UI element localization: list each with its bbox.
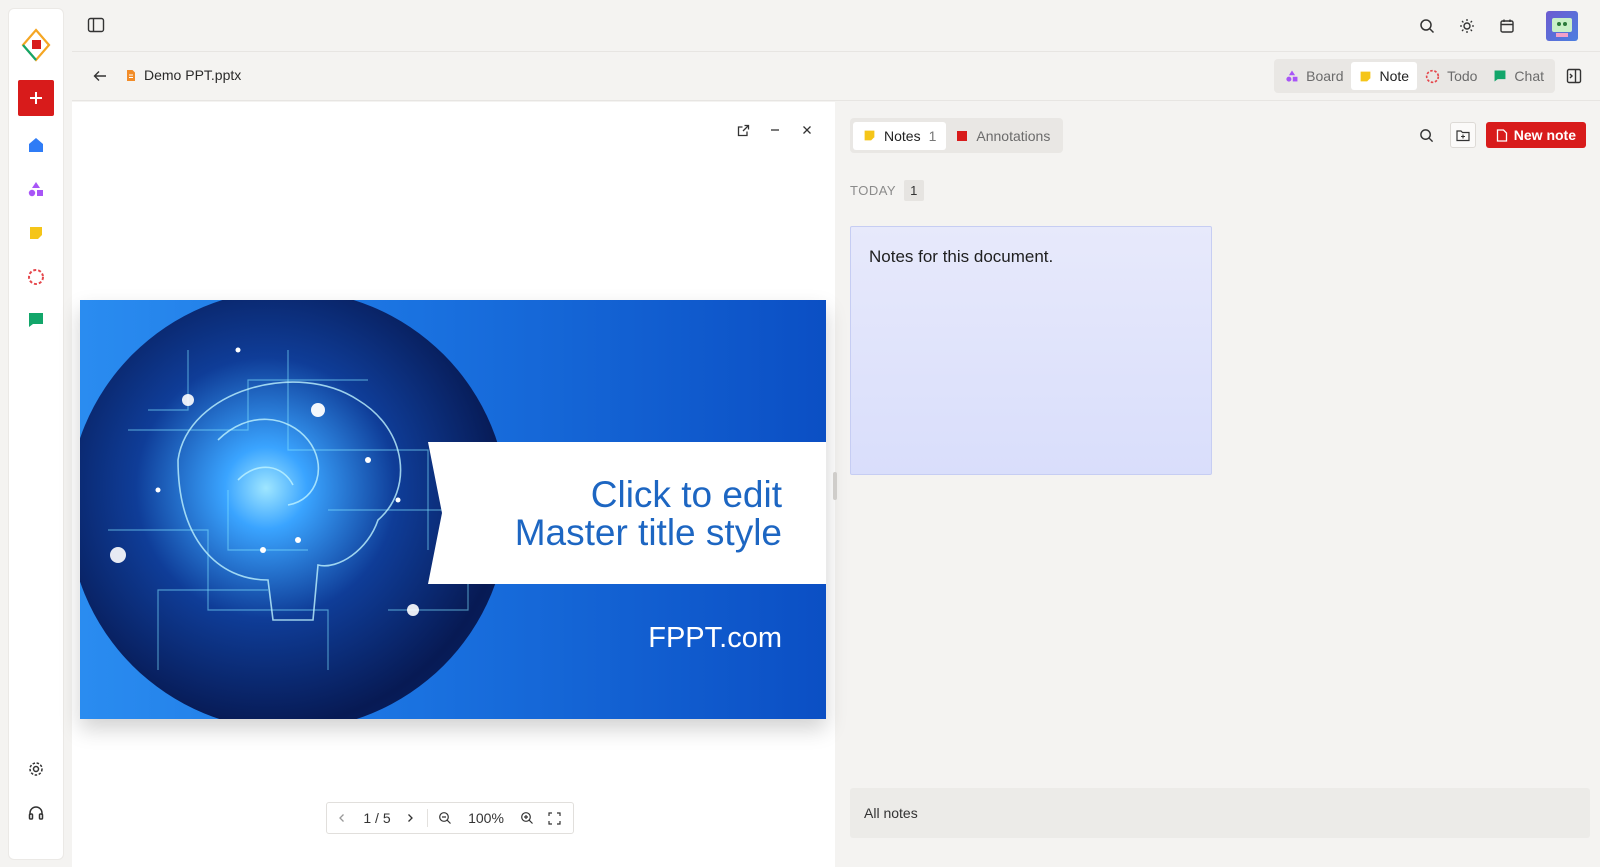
all-notes-button[interactable]: All notes: [850, 788, 1590, 838]
fullscreen-button[interactable]: [540, 803, 568, 833]
notes-group-header: TODAY 1: [850, 180, 924, 201]
note-icon: [1361, 71, 1371, 81]
todo-icon: [1425, 69, 1440, 83]
note-icon[interactable]: [18, 215, 54, 251]
page-indicator: 1 / 5: [363, 810, 391, 826]
tab-chat[interactable]: Chat: [1485, 62, 1552, 90]
zoom-out-icon: [439, 812, 451, 824]
tab-todo-label: Todo: [1447, 68, 1478, 84]
minimize-icon[interactable]: [763, 118, 787, 142]
file-icon: [127, 69, 135, 81]
tab-notes[interactable]: Notes 1: [853, 121, 947, 150]
tab-board-label: Board: [1306, 68, 1344, 84]
sun-icon[interactable]: [1453, 12, 1481, 40]
home-icon[interactable]: [18, 127, 54, 163]
chat-icon[interactable]: [18, 302, 54, 338]
add-button[interactable]: [18, 80, 54, 116]
toggle-right-panel-icon[interactable]: [1560, 62, 1588, 90]
notes-panel: Notes 1 Annotations New note TODAY 1 Not…: [836, 102, 1600, 867]
note-card-text: Notes for this document.: [869, 247, 1054, 266]
note-icon: [864, 130, 875, 141]
board-icon: [1286, 70, 1298, 82]
presentation-slide: Click to edit Master title style FPPT.co…: [80, 300, 826, 719]
next-page-button[interactable]: [397, 803, 423, 833]
zoom-level: 100%: [468, 810, 504, 826]
arrow-left-icon: [93, 71, 106, 81]
chevron-right-icon: [408, 814, 413, 822]
tab-notes-label: Notes: [884, 127, 921, 144]
viewer-toolbar: [731, 118, 819, 142]
tab-note[interactable]: Note: [1351, 62, 1418, 90]
new-note-button[interactable]: New note: [1485, 122, 1586, 148]
notes-count: 1: [928, 127, 937, 144]
new-note-label: New note: [1513, 127, 1576, 143]
chevron-left-icon: [339, 814, 344, 822]
tab-todo[interactable]: Todo: [1417, 62, 1485, 90]
left-sidebar: [8, 8, 64, 860]
top-bar: [72, 0, 1600, 52]
back-button[interactable]: [86, 62, 114, 90]
document-header: Demo PPT.pptx Board Note Todo Chat: [72, 52, 1600, 101]
divider: [427, 809, 428, 827]
todo-icon[interactable]: [18, 259, 54, 295]
tab-note-label: Note: [1379, 68, 1410, 84]
zoom-out-button[interactable]: [432, 803, 458, 833]
external-link-icon[interactable]: [731, 118, 755, 142]
prev-page-button[interactable]: [327, 803, 357, 833]
search-icon[interactable]: [1413, 12, 1441, 40]
calendar-icon[interactable]: [1493, 12, 1521, 40]
folder-icon[interactable]: [1449, 122, 1476, 148]
document-name: Demo PPT.pptx: [144, 67, 242, 83]
close-icon[interactable]: [795, 118, 819, 142]
notes-tabs: Notes 1 Annotations: [850, 118, 1064, 153]
group-label: TODAY: [850, 183, 897, 198]
headset-icon[interactable]: [18, 795, 54, 831]
tab-annotations-label: Annotations: [976, 127, 1051, 144]
notes-actions: New note: [1414, 122, 1586, 148]
group-count: 1: [904, 180, 924, 201]
logo-icon[interactable]: [18, 27, 54, 63]
slide-title: Click to edit Master title style: [514, 474, 782, 553]
search-notes-icon[interactable]: [1414, 122, 1440, 148]
new-note-icon: [1496, 128, 1507, 142]
slide-footer: FPPT.com: [648, 622, 782, 654]
zoom-in-button[interactable]: [514, 803, 540, 833]
plus-icon: [30, 92, 42, 104]
page-controls: 1 / 5 100%: [326, 802, 574, 834]
board-icon[interactable]: [18, 171, 54, 207]
mode-tabs: Board Note Todo Chat: [1274, 59, 1555, 93]
avatar[interactable]: [1546, 11, 1578, 41]
gear-icon[interactable]: [18, 751, 54, 787]
sidebar-toggle-icon[interactable]: [82, 11, 110, 39]
chat-icon: [1494, 70, 1506, 82]
note-card[interactable]: Notes for this document.: [850, 226, 1212, 475]
tab-annotations[interactable]: Annotations: [946, 122, 1060, 150]
tab-board[interactable]: Board: [1277, 62, 1351, 90]
tab-chat-label: Chat: [1514, 68, 1544, 84]
zoom-in-icon: [521, 812, 533, 824]
document-viewer: Click to edit Master title style FPPT.co…: [72, 102, 835, 867]
annotation-icon: [957, 130, 968, 141]
document-title: Demo PPT.pptx: [126, 67, 241, 83]
fullscreen-icon: [547, 811, 561, 825]
all-notes-label: All notes: [864, 805, 918, 821]
